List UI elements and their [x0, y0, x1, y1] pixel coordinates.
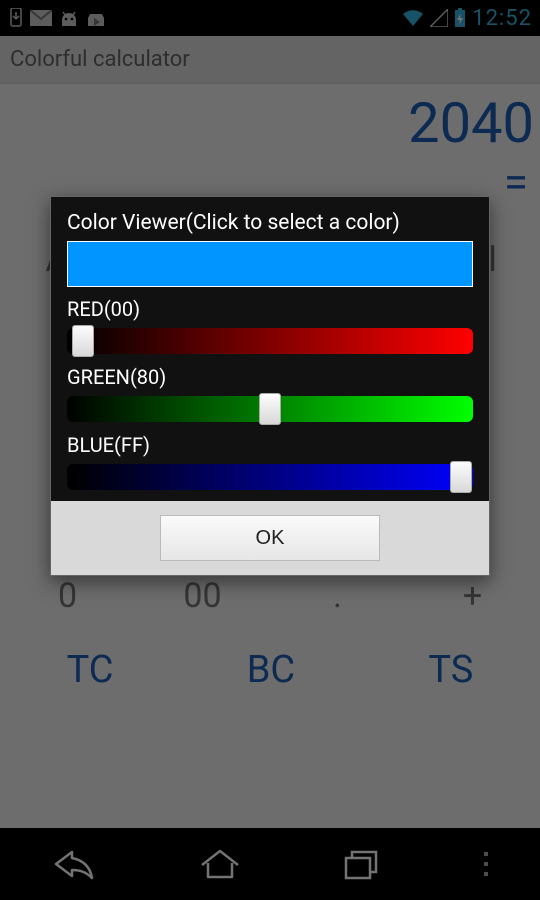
- blue-label: BLUE(FF): [67, 433, 473, 457]
- blue-slider-thumb[interactable]: [450, 461, 472, 493]
- green-label: GREEN(80): [67, 365, 473, 389]
- blue-slider[interactable]: [67, 461, 473, 493]
- ok-button[interactable]: OK: [160, 515, 380, 561]
- dialog-title: Color Viewer(Click to select a color): [67, 211, 473, 235]
- color-picker-dialog: Color Viewer(Click to select a color) RE…: [50, 196, 490, 576]
- green-slider-thumb[interactable]: [259, 393, 281, 425]
- red-slider[interactable]: [67, 325, 473, 357]
- green-slider[interactable]: [67, 393, 473, 425]
- red-slider-thumb[interactable]: [72, 325, 94, 357]
- color-preview[interactable]: [67, 241, 473, 287]
- red-label: RED(00): [67, 297, 473, 321]
